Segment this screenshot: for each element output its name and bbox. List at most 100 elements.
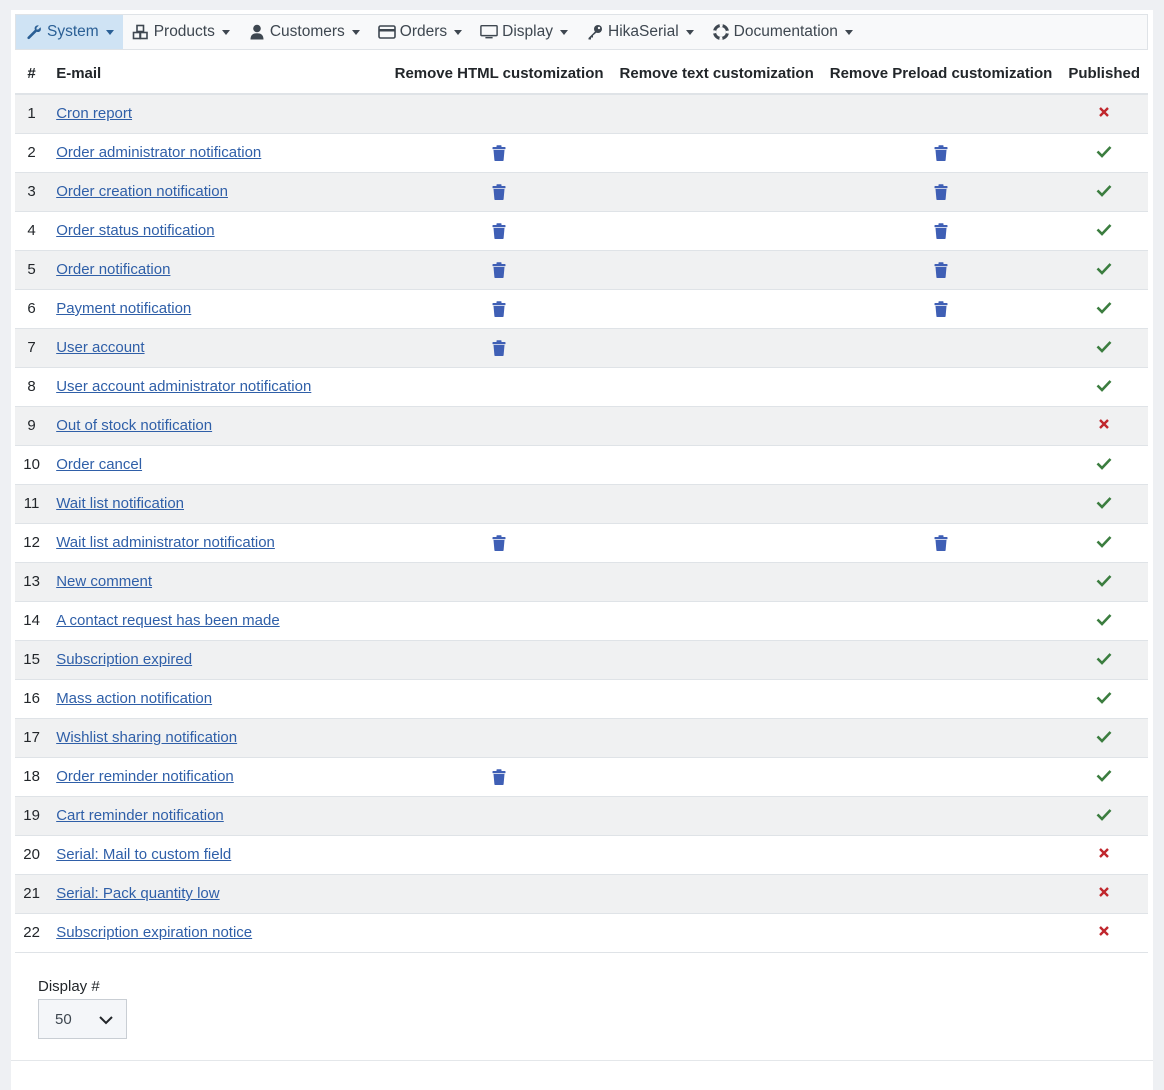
cross-icon[interactable]	[1098, 417, 1110, 434]
remove-text-cell	[611, 250, 822, 290]
wrench-icon	[25, 24, 43, 40]
email-link[interactable]: Wishlist sharing notification	[56, 729, 237, 746]
remove-preload-cell	[821, 679, 1061, 719]
checkmark-icon[interactable]	[1096, 728, 1112, 747]
email-link[interactable]: Mass action notification	[56, 690, 212, 707]
email-link[interactable]: Wait list notification	[56, 495, 184, 512]
email-link[interactable]: A contact request has been made	[56, 612, 279, 629]
email-link[interactable]: Serial: Mail to custom field	[56, 846, 231, 863]
email-link[interactable]: Out of stock notification	[56, 417, 212, 434]
menu-orders[interactable]: Orders	[369, 15, 471, 49]
published-cell	[1060, 835, 1148, 875]
email-link[interactable]: Subscription expiration notice	[56, 924, 252, 941]
email-link[interactable]: Serial: Pack quantity low	[56, 885, 219, 902]
trash-icon[interactable]	[492, 261, 506, 279]
top-menubar: System Products Customers Orders Display Hika…	[15, 14, 1148, 50]
trash-icon[interactable]	[492, 534, 506, 552]
credit-card-icon	[377, 24, 396, 40]
checkmark-icon[interactable]	[1096, 143, 1112, 162]
email-link[interactable]: New comment	[56, 573, 152, 590]
table-row: 2 Order administrator notification	[15, 133, 1148, 173]
trash-icon[interactable]	[934, 222, 948, 240]
email-link[interactable]: User account administrator notification	[56, 378, 311, 395]
header-number[interactable]: #	[15, 54, 49, 95]
trash-icon[interactable]	[934, 144, 948, 162]
email-link[interactable]: Order notification	[56, 261, 170, 278]
email-link[interactable]: Order reminder notification	[56, 768, 234, 785]
display-count-label: Display #	[38, 978, 100, 995]
email-link[interactable]: User account	[56, 339, 144, 356]
remove-text-cell	[611, 133, 822, 173]
remove-text-cell	[611, 679, 822, 719]
checkmark-icon[interactable]	[1096, 182, 1112, 201]
cross-icon[interactable]	[1098, 105, 1110, 122]
trash-icon[interactable]	[492, 183, 506, 201]
trash-icon[interactable]	[492, 339, 506, 357]
trash-icon[interactable]	[934, 300, 948, 318]
trash-icon[interactable]	[934, 534, 948, 552]
table-row: 20 Serial: Mail to custom field	[15, 835, 1148, 875]
menu-hikaserial[interactable]: HikaSerial	[577, 15, 703, 49]
menu-products[interactable]: Products	[123, 15, 239, 49]
cross-icon[interactable]	[1098, 885, 1110, 902]
email-link[interactable]: Cron report	[56, 105, 132, 122]
row-number: 10	[15, 445, 49, 485]
email-cell: Order administrator notification	[48, 133, 387, 173]
trash-icon[interactable]	[492, 222, 506, 240]
menu-label: System	[47, 23, 99, 40]
display-count-select[interactable]: 50	[38, 999, 127, 1039]
email-cell: Subscription expiration notice	[48, 913, 387, 953]
menu-customers[interactable]: Customers	[239, 15, 369, 49]
remove-html-cell	[386, 913, 612, 953]
checkmark-icon[interactable]	[1096, 377, 1112, 396]
checkmark-icon[interactable]	[1096, 455, 1112, 474]
email-cell: Wishlist sharing notification	[48, 718, 387, 758]
checkmark-icon[interactable]	[1096, 260, 1112, 279]
published-cell	[1060, 523, 1148, 563]
table-row: 18 Order reminder notification	[15, 757, 1148, 797]
checkmark-icon[interactable]	[1096, 650, 1112, 669]
checkmark-icon[interactable]	[1096, 299, 1112, 318]
cross-icon[interactable]	[1098, 846, 1110, 863]
user-icon	[248, 24, 266, 40]
checkmark-icon[interactable]	[1096, 806, 1112, 825]
cross-icon[interactable]	[1098, 924, 1110, 941]
published-cell	[1060, 601, 1148, 641]
menu-documentation[interactable]: Documentation	[703, 15, 862, 49]
trash-icon[interactable]	[492, 300, 506, 318]
email-link[interactable]: Order administrator notification	[56, 144, 261, 161]
checkmark-icon[interactable]	[1096, 221, 1112, 240]
email-link[interactable]: Subscription expired	[56, 651, 192, 668]
header-published[interactable]: Published	[1060, 54, 1148, 95]
header-email[interactable]: E-mail	[48, 54, 387, 95]
email-link[interactable]: Wait list administrator notification	[56, 534, 275, 551]
email-cell: A contact request has been made	[48, 601, 387, 641]
checkmark-icon[interactable]	[1096, 533, 1112, 552]
email-link[interactable]: Order status notification	[56, 222, 214, 239]
email-cell: Order cancel	[48, 445, 387, 485]
menu-display[interactable]: Display	[471, 15, 577, 49]
email-link[interactable]: Order creation notification	[56, 183, 228, 200]
checkmark-icon[interactable]	[1096, 611, 1112, 630]
trash-icon[interactable]	[934, 261, 948, 279]
remove-text-cell	[611, 601, 822, 641]
remove-html-cell	[386, 601, 612, 641]
menu-system[interactable]: System	[16, 15, 123, 49]
caret-down-icon	[351, 29, 360, 35]
email-link[interactable]: Cart reminder notification	[56, 807, 224, 824]
checkmark-icon[interactable]	[1096, 338, 1112, 357]
email-link[interactable]: Order cancel	[56, 456, 142, 473]
trash-icon[interactable]	[492, 768, 506, 786]
remove-html-cell	[386, 874, 612, 914]
caret-down-icon	[560, 29, 568, 35]
checkmark-icon[interactable]	[1096, 494, 1112, 513]
checkmark-icon[interactable]	[1096, 572, 1112, 591]
trash-icon[interactable]	[492, 144, 506, 162]
table-row: 16 Mass action notification	[15, 679, 1148, 719]
trash-icon[interactable]	[934, 183, 948, 201]
checkmark-icon[interactable]	[1096, 767, 1112, 786]
checkmark-icon[interactable]	[1096, 689, 1112, 708]
caret-down-icon	[105, 29, 114, 35]
email-link[interactable]: Payment notification	[56, 300, 191, 317]
published-cell	[1060, 718, 1148, 758]
